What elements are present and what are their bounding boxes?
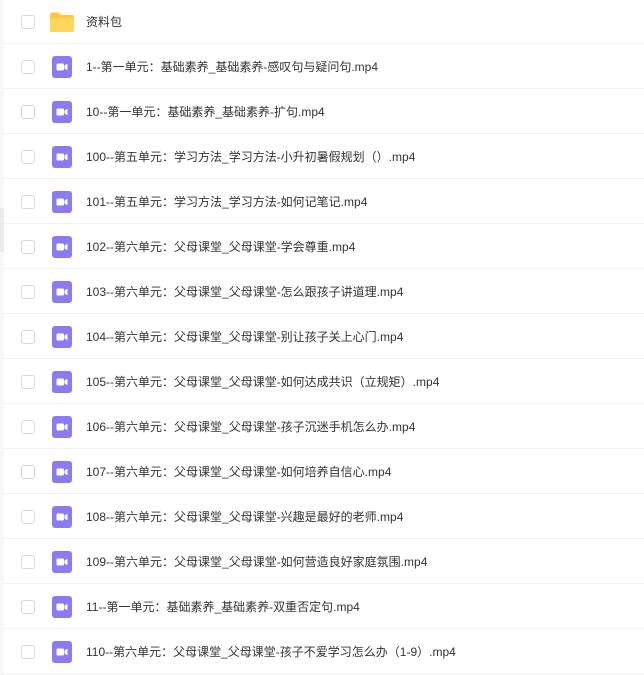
row-checkbox[interactable] xyxy=(21,104,35,119)
file-name[interactable]: 104--第六单元：父母课堂_父母课堂-别让孩子关上心门.mp4 xyxy=(86,315,403,359)
file-list-page: 资料包 1--第一单元：基础素养_基础素养-感叹句与疑问句.mp4 10--第一单元… xyxy=(0,0,644,675)
video-file-icon xyxy=(49,280,75,303)
file-row[interactable]: 110--第六单元：父母课堂_父母课堂-孩子不爱学习怎么办（1-9）.mp4 xyxy=(4,630,644,674)
file-name[interactable]: 1--第一单元：基础素养_基础素养-感叹句与疑问句.mp4 xyxy=(86,45,378,89)
row-checkbox[interactable] xyxy=(21,239,35,254)
file-name[interactable]: 100--第五单元：学习方法_学习方法-小升初暑假规划（）.mp4 xyxy=(86,135,415,179)
file-row[interactable]: 108--第六单元：父母课堂_父母课堂-兴趣是最好的老师.mp4 xyxy=(4,495,644,539)
video-file-icon xyxy=(49,235,75,258)
row-checkbox[interactable] xyxy=(21,419,35,434)
file-row[interactable]: 107--第六单元：父母课堂_父母课堂-如何培养自信心.mp4 xyxy=(4,450,644,494)
file-row[interactable]: 100--第五单元：学习方法_学习方法-小升初暑假规划（）.mp4 xyxy=(4,135,644,179)
video-file-icon xyxy=(49,505,75,528)
video-file-icon xyxy=(49,550,75,573)
file-row[interactable]: 104--第六单元：父母课堂_父母课堂-别让孩子关上心门.mp4 xyxy=(4,315,644,359)
row-checkbox[interactable] xyxy=(21,149,35,164)
file-name[interactable]: 106--第六单元：父母课堂_父母课堂-孩子沉迷手机怎么办.mp4 xyxy=(86,405,415,449)
video-file-icon xyxy=(49,460,75,483)
row-checkbox[interactable] xyxy=(21,599,35,614)
video-file-icon xyxy=(49,640,75,663)
file-row[interactable]: 106--第六单元：父母课堂_父母课堂-孩子沉迷手机怎么办.mp4 xyxy=(4,405,644,449)
video-file-icon xyxy=(49,55,75,78)
file-name[interactable]: 11--第一单元：基础素养_基础素养-双重否定句.mp4 xyxy=(86,585,360,629)
video-file-icon xyxy=(49,190,75,213)
video-file-icon xyxy=(49,415,75,438)
file-row[interactable]: 资料包 xyxy=(4,0,644,44)
file-name[interactable]: 资料包 xyxy=(86,0,122,44)
file-name[interactable]: 101--第五单元：学习方法_学习方法-如何记笔记.mp4 xyxy=(86,180,367,224)
video-file-icon xyxy=(49,370,75,393)
row-checkbox[interactable] xyxy=(21,329,35,344)
file-row[interactable]: 105--第六单元：父母课堂_父母课堂-如何达成共识（立规矩）.mp4 xyxy=(4,360,644,404)
file-row[interactable]: 103--第六单元：父母课堂_父母课堂-怎么跟孩子讲道理.mp4 xyxy=(4,270,644,314)
file-row[interactable]: 109--第六单元：父母课堂_父母课堂-如何营造良好家庭氛围.mp4 xyxy=(4,540,644,584)
row-checkbox[interactable] xyxy=(21,284,35,299)
file-name[interactable]: 108--第六单元：父母课堂_父母课堂-兴趣是最好的老师.mp4 xyxy=(86,495,403,539)
row-checkbox[interactable] xyxy=(21,59,35,74)
file-name[interactable]: 102--第六单元：父母课堂_父母课堂-学会尊重.mp4 xyxy=(86,225,355,269)
file-row[interactable]: 102--第六单元：父母课堂_父母课堂-学会尊重.mp4 xyxy=(4,225,644,269)
row-checkbox[interactable] xyxy=(21,644,35,659)
row-checkbox[interactable] xyxy=(21,374,35,389)
row-checkbox[interactable] xyxy=(21,14,35,29)
file-name[interactable]: 110--第六单元：父母课堂_父母课堂-孩子不爱学习怎么办（1-9）.mp4 xyxy=(86,630,456,674)
file-name[interactable]: 103--第六单元：父母课堂_父母课堂-怎么跟孩子讲道理.mp4 xyxy=(86,270,403,314)
folder-icon xyxy=(49,11,75,33)
file-name[interactable]: 10--第一单元：基础素养_基础素养-扩句.mp4 xyxy=(86,90,325,134)
file-list: 资料包 1--第一单元：基础素养_基础素养-感叹句与疑问句.mp4 10--第一单元… xyxy=(4,0,644,675)
row-checkbox[interactable] xyxy=(21,554,35,569)
file-name[interactable]: 109--第六单元：父母课堂_父母课堂-如何营造良好家庭氛围.mp4 xyxy=(86,540,427,584)
video-file-icon xyxy=(49,100,75,123)
file-row[interactable]: 11--第一单元：基础素养_基础素养-双重否定句.mp4 xyxy=(4,585,644,629)
file-name[interactable]: 105--第六单元：父母课堂_父母课堂-如何达成共识（立规矩）.mp4 xyxy=(86,360,439,404)
file-row[interactable]: 1--第一单元：基础素养_基础素养-感叹句与疑问句.mp4 xyxy=(4,45,644,89)
file-row[interactable]: 101--第五单元：学习方法_学习方法-如何记笔记.mp4 xyxy=(4,180,644,224)
row-checkbox[interactable] xyxy=(21,194,35,209)
row-checkbox[interactable] xyxy=(21,509,35,524)
video-file-icon xyxy=(49,325,75,348)
video-file-icon xyxy=(49,595,75,618)
video-file-icon xyxy=(49,145,75,168)
row-checkbox[interactable] xyxy=(21,464,35,479)
file-name[interactable]: 107--第六单元：父母课堂_父母课堂-如何培养自信心.mp4 xyxy=(86,450,391,494)
file-row[interactable]: 10--第一单元：基础素养_基础素养-扩句.mp4 xyxy=(4,90,644,134)
